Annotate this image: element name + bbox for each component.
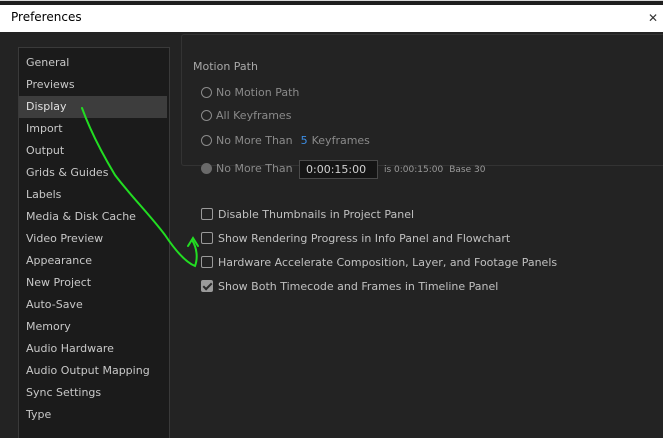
radio-button-selected[interactable]: [201, 162, 212, 174]
checkbox-row-show-timecode-frames[interactable]: Show Both Timecode and Frames in Timelin…: [201, 279, 498, 295]
radio-button[interactable]: [201, 134, 212, 146]
timecode-base: Base 30: [449, 165, 486, 175]
window-title: Preferences: [11, 10, 82, 24]
sidebar-item-import[interactable]: Import: [19, 118, 167, 140]
sidebar-item-labels[interactable]: Labels: [19, 184, 167, 206]
close-icon[interactable]: ✕: [643, 5, 663, 31]
radio-label: All Keyframes: [216, 109, 292, 122]
sidebar-item-audio-hardware[interactable]: Audio Hardware: [19, 338, 167, 360]
sidebar-item-grids-guides[interactable]: Grids & Guides: [19, 162, 167, 184]
checkbox-checked[interactable]: [201, 280, 213, 292]
radio-no-motion-path[interactable]: No Motion Path: [201, 85, 299, 101]
keyframes-label: Keyframes: [311, 134, 370, 147]
checkbox-label: Hardware Accelerate Composition, Layer, …: [218, 256, 558, 269]
sidebar-item-display[interactable]: Display: [19, 96, 167, 118]
checkbox-label: Disable Thumbnails in Project Panel: [218, 208, 415, 221]
title-bar: Preferences ✕: [0, 0, 663, 33]
radio-label: No More Than: [216, 134, 293, 147]
radio-all-keyframes[interactable]: All Keyframes: [201, 108, 291, 124]
sidebar-item-output[interactable]: Output: [19, 140, 167, 162]
checkbox-label: Show Rendering Progress in Info Panel an…: [218, 232, 511, 245]
sidebar-item-sync-settings[interactable]: Sync Settings: [19, 382, 167, 404]
radio-no-more-than-keyframes[interactable]: No More Than 5 Keyframes: [201, 133, 370, 149]
radio-label: No More Than: [216, 162, 293, 175]
timecode-info: is 0:00:15:00 Base 30: [384, 165, 485, 175]
radio-button[interactable]: [201, 109, 212, 121]
sidebar: General Previews Display Import Output G…: [18, 47, 170, 438]
timecode-equivalent: is 0:00:15:00: [384, 165, 444, 175]
checkbox[interactable]: [201, 208, 213, 220]
sidebar-item-general[interactable]: General: [19, 52, 167, 74]
sidebar-item-audio-output-mapping[interactable]: Audio Output Mapping: [19, 360, 167, 382]
sidebar-item-previews[interactable]: Previews: [19, 74, 167, 96]
sidebar-item-type[interactable]: Type: [19, 404, 167, 426]
radio-button[interactable]: [201, 86, 212, 98]
radio-label: No Motion Path: [216, 86, 300, 99]
checkbox-row-show-rendering-progress[interactable]: Show Rendering Progress in Info Panel an…: [201, 231, 510, 247]
sidebar-item-video-preview[interactable]: Video Preview: [19, 228, 167, 250]
sidebar-item-media-disk-cache[interactable]: Media & Disk Cache: [19, 206, 167, 228]
checkbox-row-disable-thumbnails[interactable]: Disable Thumbnails in Project Panel: [201, 207, 414, 223]
keyframes-count[interactable]: 5: [301, 134, 308, 147]
motion-path-legend: Motion Path: [191, 60, 260, 73]
checkbox[interactable]: [201, 256, 213, 268]
radio-no-more-than-time[interactable]: No More Than: [201, 161, 293, 177]
sidebar-item-appearance[interactable]: Appearance: [19, 250, 167, 272]
checkbox-label: Show Both Timecode and Frames in Timelin…: [218, 280, 499, 293]
timecode-input[interactable]: 0:00:15:00: [299, 160, 378, 179]
checkbox[interactable]: [201, 232, 213, 244]
sidebar-item-new-project[interactable]: New Project: [19, 272, 167, 294]
background-strip: [0, 1, 663, 5]
checkbox-row-hardware-accelerate[interactable]: Hardware Accelerate Composition, Layer, …: [201, 255, 557, 271]
sidebar-item-memory[interactable]: Memory: [19, 316, 167, 338]
sidebar-item-auto-save[interactable]: Auto-Save: [19, 294, 167, 316]
